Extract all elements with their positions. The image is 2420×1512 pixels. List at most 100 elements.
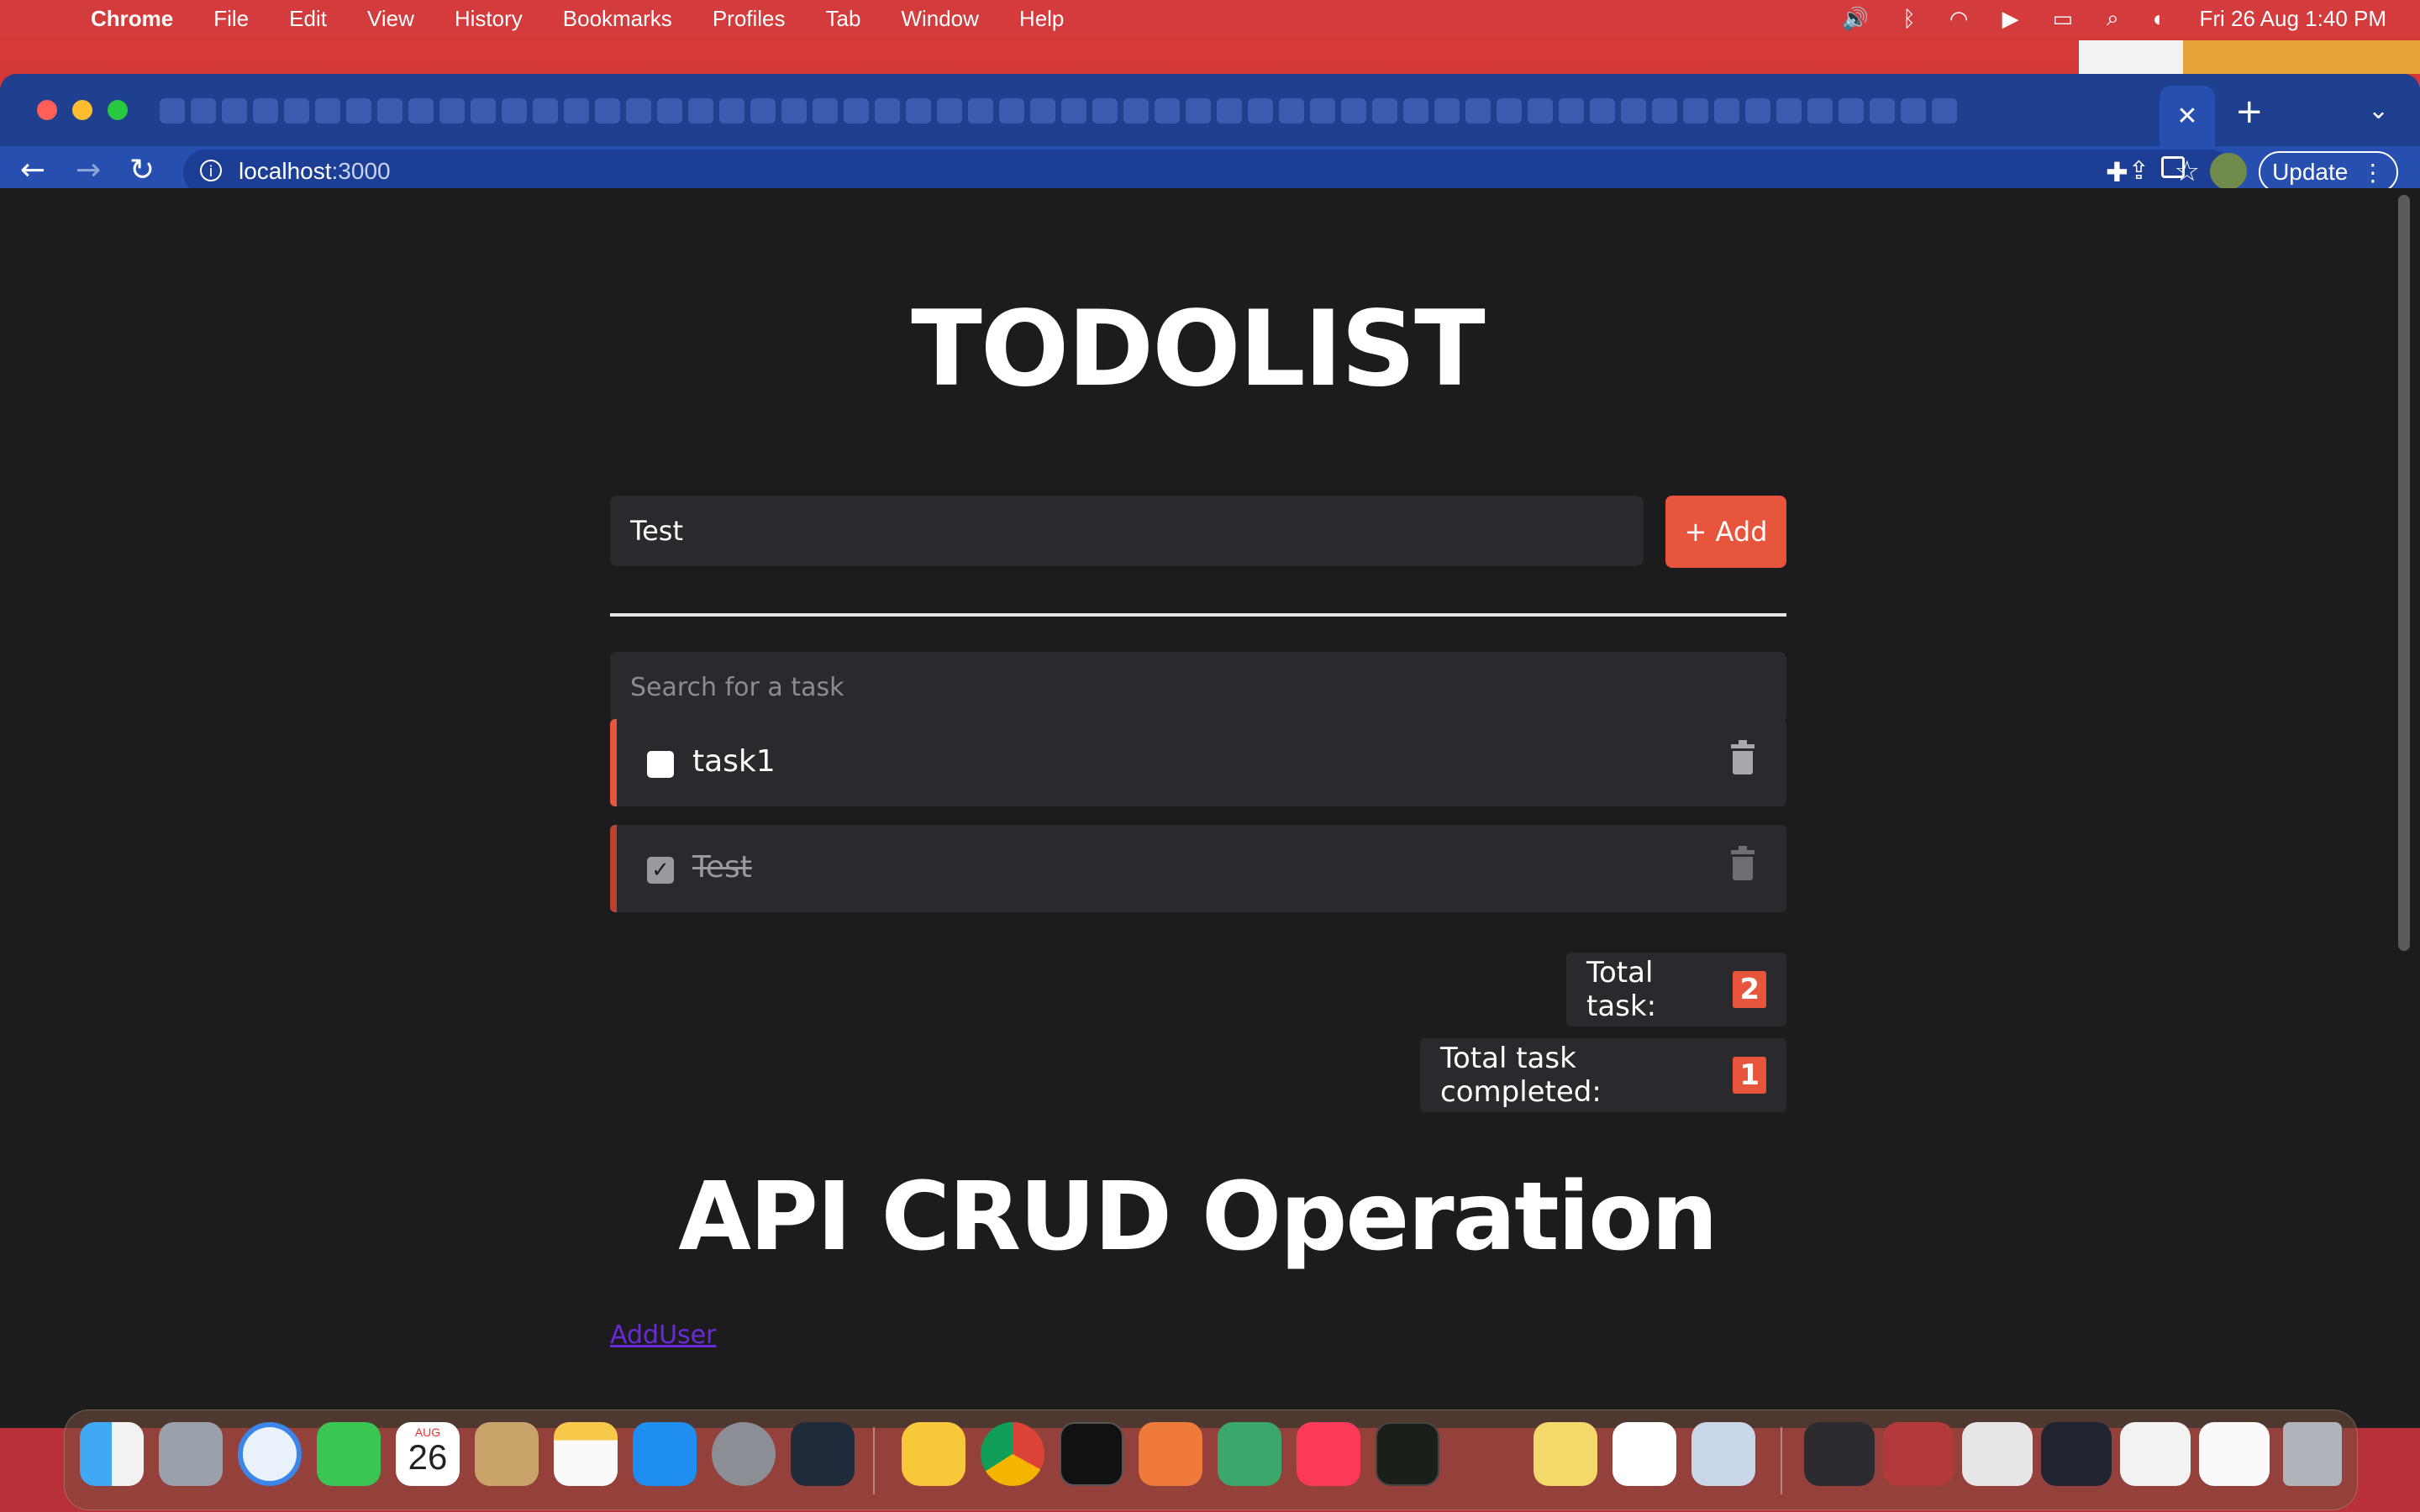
pinned-tab-favicon-icon[interactable] [222, 98, 247, 123]
pinned-tab-favicon-icon[interactable] [1403, 98, 1428, 123]
minimized-window-thumbnail[interactable] [1962, 1422, 2033, 1486]
spotlight-search-icon[interactable]: ⌕ [2107, 5, 2119, 32]
minimized-window-thumbnail[interactable] [1804, 1422, 1875, 1486]
menu-bookmarks[interactable]: Bookmarks [563, 6, 672, 32]
menu-view[interactable]: View [367, 6, 414, 32]
pinned-tab-favicon-icon[interactable] [1092, 98, 1118, 123]
menu-file[interactable]: File [213, 6, 249, 32]
trash-icon[interactable] [2283, 1422, 2342, 1486]
control-center-icon[interactable]: ◐ [2153, 6, 2166, 32]
pinned-tab-favicon-icon[interactable] [1217, 98, 1242, 123]
pinned-tab-favicon-icon[interactable] [1434, 98, 1460, 123]
pinned-tab-favicon-icon[interactable] [999, 98, 1024, 123]
menu-help[interactable]: Help [1019, 6, 1064, 32]
minimize-window-button[interactable] [72, 100, 92, 120]
safari-icon[interactable] [238, 1422, 302, 1486]
pinned-tab-favicon-icon[interactable] [1186, 98, 1211, 123]
slack-icon[interactable] [1612, 1422, 1676, 1486]
pinned-tab-favicon-icon[interactable] [1776, 98, 1802, 123]
pinned-tab-favicon-icon[interactable] [750, 98, 776, 123]
menu-window[interactable]: Window [901, 6, 978, 32]
delete-trash-icon[interactable] [1731, 740, 1754, 774]
url-text[interactable]: localhost:3000 [239, 158, 391, 185]
pinned-tab-favicon-icon[interactable] [1590, 98, 1615, 123]
menu-history[interactable]: History [455, 6, 523, 32]
pinned-tab-favicon-icon[interactable] [1497, 98, 1522, 123]
close-window-button[interactable] [37, 100, 57, 120]
menu-profiles[interactable]: Profiles [713, 6, 786, 32]
pinned-tab-favicon-icon[interactable] [533, 98, 558, 123]
activity-monitor-icon[interactable] [1376, 1422, 1439, 1486]
pinned-tab-favicon-icon[interactable] [1807, 98, 1833, 123]
pinned-tab-favicon-icon[interactable] [1901, 98, 1926, 123]
pinned-tab-favicon-icon[interactable] [408, 98, 434, 123]
pinned-tab-favicon-icon[interactable] [315, 98, 340, 123]
pinned-tab-favicon-icon[interactable] [1839, 98, 1864, 123]
pinned-tab-favicon-icon[interactable] [160, 98, 185, 123]
pinned-tab-favicon-icon[interactable] [1030, 98, 1055, 123]
notes-icon[interactable] [554, 1422, 618, 1486]
search-input[interactable] [610, 652, 1786, 722]
pinned-tab-favicon-icon[interactable] [1621, 98, 1646, 123]
share-icon[interactable]: ⇪ [2128, 156, 2149, 186]
menu-datetime[interactable]: Fri 26 Aug 1:40 PM [2199, 6, 2386, 32]
active-tab[interactable]: ✕ [2160, 86, 2215, 146]
bluetooth-icon[interactable]: ᛒ [1902, 6, 1916, 32]
minimized-window-thumbnail[interactable] [2199, 1422, 2270, 1486]
add-task-button[interactable]: + Add [1665, 496, 1786, 568]
pinned-tab-favicon-icon[interactable] [1061, 98, 1086, 123]
pinned-tab-favicon-icon[interactable] [1123, 98, 1149, 123]
pinned-tab-favicon-icon[interactable] [813, 98, 838, 123]
pinned-tab-favicon-icon[interactable] [1714, 98, 1739, 123]
delete-trash-icon[interactable] [1731, 846, 1754, 880]
pinned-tab-favicon-icon[interactable] [1683, 98, 1708, 123]
postman-icon[interactable] [1139, 1422, 1202, 1486]
close-tab-icon[interactable]: ✕ [2176, 102, 2197, 131]
calendar-icon[interactable]: AUG 26 [396, 1422, 460, 1486]
pinned-tab-favicon-icon[interactable] [439, 98, 465, 123]
pinned-tab-favicon-icon[interactable] [968, 98, 993, 123]
menu-tab[interactable]: Tab [826, 6, 861, 32]
pinned-tab-favicon-icon[interactable] [1279, 98, 1304, 123]
pinned-tab-favicon-icon[interactable] [1465, 98, 1491, 123]
pinned-tab-favicon-icon[interactable] [844, 98, 869, 123]
pinned-tab-favicon-icon[interactable] [906, 98, 931, 123]
pinned-tab-favicon-icon[interactable] [1248, 98, 1273, 123]
pinned-tab-favicon-icon[interactable] [595, 98, 620, 123]
reload-icon[interactable]: ↻ [129, 153, 155, 187]
system-preferences-icon[interactable] [712, 1422, 776, 1486]
battery-icon[interactable]: ▭ [2053, 6, 2074, 32]
pinned-tab-favicon-icon[interactable] [1745, 98, 1770, 123]
back-arrow-icon[interactable]: ← [20, 153, 45, 187]
extensions-puzzle-icon[interactable]: ✚ [2106, 156, 2128, 188]
tab-search-chevron-icon[interactable]: ⌄ [2368, 96, 2389, 125]
pinned-tab-favicon-icon[interactable] [1559, 98, 1584, 123]
pinned-tab-favicon-icon[interactable] [502, 98, 527, 123]
pinned-tab-favicon-icon[interactable] [191, 98, 216, 123]
minimized-window-thumbnail[interactable] [1883, 1422, 1954, 1486]
task-input[interactable] [610, 496, 1644, 566]
pinned-tab-favicon-icon[interactable] [1341, 98, 1366, 123]
update-button[interactable]: Update ⋮ [2259, 151, 2398, 193]
launchpad-icon[interactable] [159, 1422, 223, 1486]
menu-app-name[interactable]: Chrome [91, 6, 173, 32]
fullscreen-window-button[interactable] [108, 100, 128, 120]
pinned-tab-favicon-icon[interactable] [564, 98, 589, 123]
pinned-tab-favicon-icon[interactable] [719, 98, 744, 123]
rocket-app-icon[interactable] [1455, 1422, 1518, 1486]
forward-arrow-icon[interactable]: → [76, 153, 101, 187]
app-store-icon[interactable] [633, 1422, 697, 1486]
mongodb-compass-icon[interactable] [1218, 1422, 1281, 1486]
facetime-icon[interactable] [317, 1422, 381, 1486]
stickies-icon[interactable] [1534, 1422, 1597, 1486]
preview-icon[interactable] [1691, 1422, 1755, 1486]
terminal-icon[interactable] [1060, 1422, 1123, 1486]
pinned-tab-favicon-icon[interactable] [284, 98, 309, 123]
pinned-tab-favicon-icon[interactable] [1652, 98, 1677, 123]
pinned-tab-favicon-icon[interactable] [1932, 98, 1957, 123]
pinned-tab-favicon-icon[interactable] [1310, 98, 1335, 123]
music-icon[interactable] [1297, 1422, 1360, 1486]
wifi-icon[interactable]: ◠ [1949, 6, 1969, 32]
volume-icon[interactable]: 🔊 [1842, 6, 1869, 32]
pinned-tab-favicon-icon[interactable] [471, 98, 496, 123]
